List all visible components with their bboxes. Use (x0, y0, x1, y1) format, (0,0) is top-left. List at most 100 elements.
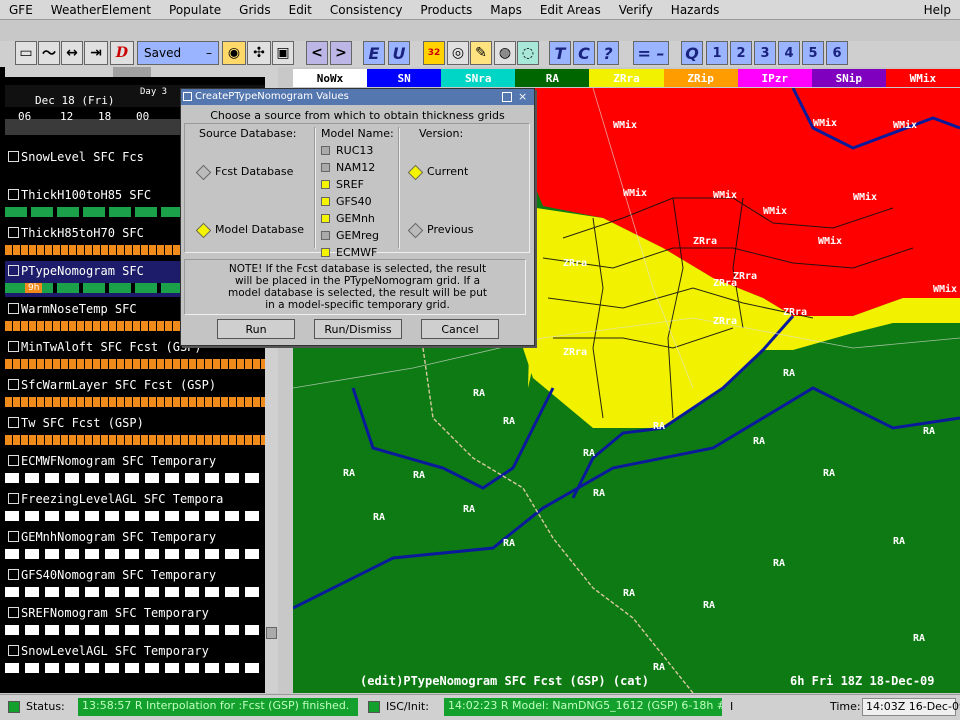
menu-maps[interactable]: Maps (481, 3, 531, 17)
num-2-button[interactable]: 2 (730, 41, 752, 65)
save-icon[interactable]: ▣ (272, 41, 294, 65)
pencil-icon[interactable]: ✎ (470, 41, 492, 65)
window-menu-icon[interactable] (183, 92, 192, 101)
legend-sn[interactable]: SN (367, 69, 442, 87)
wave-icon[interactable]: 〜 (38, 41, 60, 65)
model-checkbox[interactable] (321, 197, 330, 206)
contour-icon[interactable]: ◍ (494, 41, 516, 65)
dialog-title-bar[interactable]: CreatePTypeNomogram Values (181, 89, 534, 105)
grid-timebar[interactable] (5, 663, 267, 673)
grid-checkbox[interactable] (8, 455, 19, 466)
cancel-button[interactable]: Cancel (421, 319, 499, 339)
model-checkbox[interactable] (321, 248, 330, 257)
menu-populate[interactable]: Populate (160, 3, 230, 17)
grid-checkbox[interactable] (8, 417, 19, 428)
grid-timebar[interactable] (5, 359, 267, 369)
smooth-icon[interactable]: ◌ (517, 41, 539, 65)
t-button[interactable]: T (549, 41, 571, 65)
undo-u-button[interactable]: U (388, 41, 410, 65)
legend-zrip[interactable]: ZRip (663, 69, 738, 87)
menu-edit-areas[interactable]: Edit Areas (531, 3, 610, 17)
delta-d-button[interactable]: D (110, 41, 134, 65)
help-q-button[interactable]: ? (597, 41, 619, 65)
menu-verify[interactable]: Verify (610, 3, 662, 17)
close-icon[interactable]: × (518, 91, 527, 103)
legend-snra[interactable]: SNra (441, 69, 516, 87)
menu-weatherelement[interactable]: WeatherElement (42, 3, 160, 17)
grid-checkbox[interactable] (8, 645, 19, 656)
grid-row[interactable]: SREFNomogram SFC Temporary (5, 603, 267, 639)
legend-wmix[interactable]: WMix (885, 69, 960, 87)
grid-checkbox[interactable] (8, 379, 19, 390)
grid-row[interactable]: FreezingLevelAGL SFC Tempora (5, 489, 267, 525)
run-button[interactable]: Run (217, 319, 295, 339)
num-6-button[interactable]: 6 (826, 41, 848, 65)
num-1-button[interactable]: 1 (706, 41, 728, 65)
q-button[interactable]: Q (681, 41, 703, 65)
legend-ipzr[interactable]: IPzr (737, 69, 812, 87)
grid-row[interactable]: GEMnhNomogram SFC Temporary (5, 527, 267, 563)
equals-minus-button[interactable]: = – (633, 41, 669, 65)
grid-row[interactable]: ECMWFNomogram SFC Temporary (5, 451, 267, 487)
grid-timebar[interactable] (5, 549, 267, 559)
target-icon[interactable]: ◎ (447, 41, 469, 65)
map-wx-label: RA (503, 416, 516, 427)
grid-timebar[interactable] (5, 473, 267, 483)
legend-nowx[interactable]: NoWx (293, 69, 368, 87)
layout-icon[interactable]: ▭ (15, 41, 37, 65)
grid-row[interactable]: Tw SFC Fcst (GSP) (5, 413, 267, 449)
next-arrow-icon[interactable]: > (330, 41, 352, 65)
grid-time-tag: 9h (25, 283, 43, 293)
model-checkbox[interactable] (321, 163, 330, 172)
grid-timebar[interactable] (5, 625, 267, 635)
legend-snip[interactable]: SNip (811, 69, 886, 87)
eye-icon[interactable]: ◉ (222, 41, 246, 65)
grid-checkbox[interactable] (8, 227, 19, 238)
menu-consistency[interactable]: Consistency (321, 3, 412, 17)
menu-hazards[interactable]: Hazards (662, 3, 729, 17)
grid-timebar[interactable] (5, 397, 267, 407)
model-checkbox[interactable] (321, 231, 330, 240)
grid-checkbox[interactable] (8, 303, 19, 314)
temp-32-icon[interactable]: 32 (423, 41, 445, 65)
grid-checkbox[interactable] (8, 569, 19, 580)
grid-timebar[interactable] (5, 435, 267, 445)
num-4-button[interactable]: 4 (778, 41, 800, 65)
menu-gfe[interactable]: GFE (0, 3, 42, 17)
grid-timebar[interactable] (5, 511, 267, 521)
model-checkbox[interactable] (321, 180, 330, 189)
grid-checkbox[interactable] (8, 531, 19, 542)
scroll-thumb[interactable] (266, 627, 277, 639)
num-3-button[interactable]: 3 (754, 41, 776, 65)
grid-checkbox[interactable] (8, 265, 19, 276)
previous-arrow-icon[interactable]: < (306, 41, 328, 65)
isc-message[interactable]: 14:02:23 R Model: NamDNG5_1612 (GSP) 6-1… (444, 698, 722, 716)
model-checkbox[interactable] (321, 214, 330, 223)
model-checkbox[interactable] (321, 146, 330, 155)
menu-grids[interactable]: Grids (230, 3, 279, 17)
grid-row[interactable]: SfcWarmLayer SFC Fcst (GSP) (5, 375, 267, 411)
grid-row[interactable]: GFS40Nomogram SFC Temporary (5, 565, 267, 601)
maximize-icon[interactable] (502, 92, 512, 102)
c-button[interactable]: C (573, 41, 595, 65)
horizontal-arrows-icon[interactable]: ↔ (61, 41, 83, 65)
grid-checkbox[interactable] (8, 493, 19, 504)
grid-checkbox[interactable] (8, 607, 19, 618)
grid-timebar[interactable] (5, 587, 267, 597)
num-5-button[interactable]: 5 (802, 41, 824, 65)
grid-checkbox[interactable] (8, 341, 19, 352)
select-region-icon[interactable]: ✣ (247, 41, 271, 65)
grid-row[interactable]: SnowLevelAGL SFC Temporary (5, 641, 267, 677)
run-dismiss-button[interactable]: Run/Dismiss (314, 319, 402, 339)
menu-edit[interactable]: Edit (280, 3, 321, 17)
compress-arrows-icon[interactable]: ⇥ (84, 41, 108, 65)
status-message[interactable]: 13:58:57 R Interpolation for :Fcst (GSP)… (78, 698, 358, 716)
grid-checkbox[interactable] (8, 151, 19, 162)
menu-products[interactable]: Products (411, 3, 481, 17)
legend-ra[interactable]: RA (515, 69, 590, 87)
edit-e-button[interactable]: E (363, 41, 385, 65)
saved-dropdown[interactable]: Saved – (137, 41, 219, 65)
grid-checkbox[interactable] (8, 189, 19, 200)
legend-zrra[interactable]: ZRra (589, 69, 664, 87)
menu-help[interactable]: Help (915, 3, 960, 17)
